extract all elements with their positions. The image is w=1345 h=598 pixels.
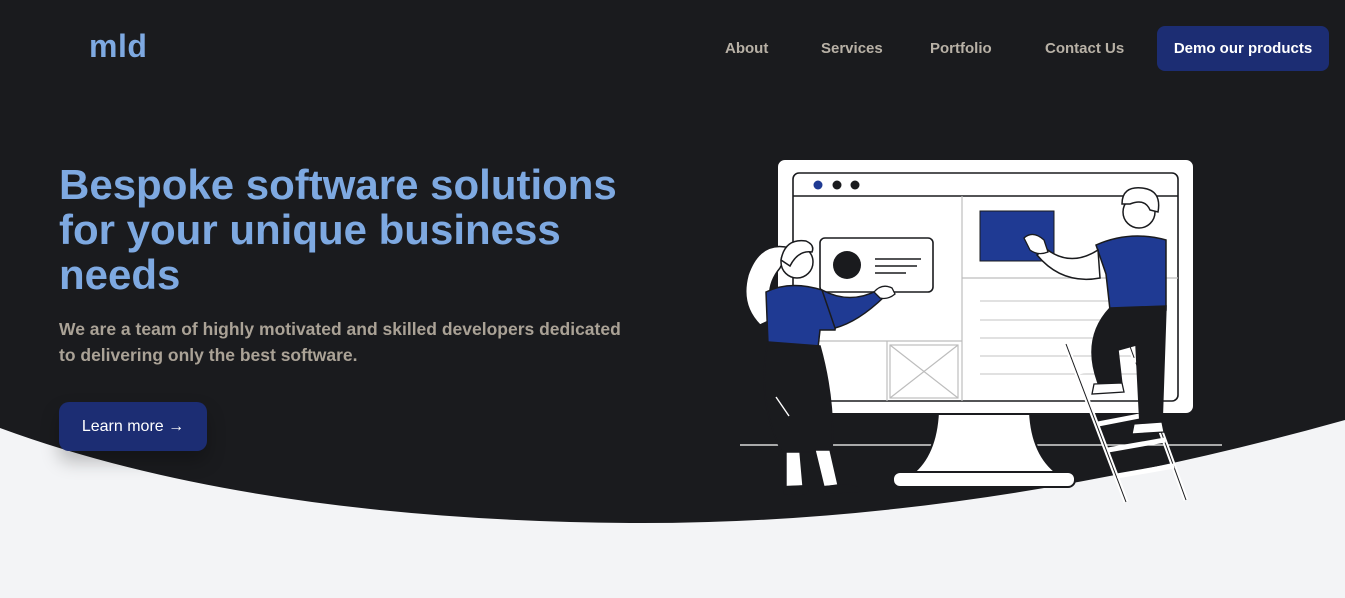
top-navbar: mld About Services Portfolio Contact Us … xyxy=(0,0,1345,98)
nav-link-about[interactable]: About xyxy=(725,40,768,57)
nav-link-portfolio[interactable]: Portfolio xyxy=(930,40,992,57)
hero-subtext: We are a team of highly motivated and sk… xyxy=(59,319,621,365)
hero-headline: Bespoke software solutions for your uniq… xyxy=(59,161,617,298)
nav-link-contact-us[interactable]: Contact Us xyxy=(1045,40,1124,57)
brand-logo[interactable]: mld xyxy=(89,28,147,65)
nav-link-services[interactable]: Services xyxy=(821,40,883,57)
learn-more-button[interactable]: Learn more → xyxy=(59,402,207,451)
developers-illustration xyxy=(740,158,1222,503)
demo-products-button[interactable]: Demo our products xyxy=(1157,26,1329,71)
